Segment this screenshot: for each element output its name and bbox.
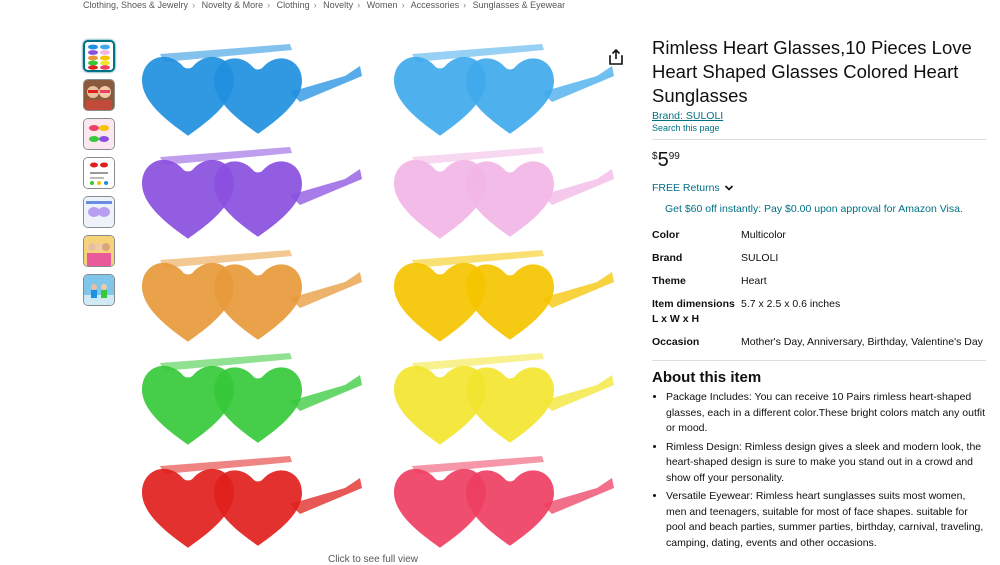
heart-glasses bbox=[394, 353, 614, 445]
spec-key: Color bbox=[652, 229, 680, 241]
heart-glasses bbox=[142, 456, 362, 548]
heart-glasses bbox=[394, 147, 614, 239]
glasses-bridge bbox=[472, 480, 482, 488]
spec-row: Theme Heart bbox=[652, 270, 983, 293]
heart-glasses bbox=[394, 250, 614, 342]
share-icon[interactable] bbox=[607, 48, 625, 66]
glasses-temple bbox=[160, 353, 292, 371]
glasses-bridge bbox=[472, 68, 482, 76]
price: $ 5 99 bbox=[652, 148, 986, 174]
chevron-right-icon: › bbox=[267, 0, 271, 10]
breadcrumb-item[interactable]: Accessories bbox=[411, 0, 460, 10]
about-bullets: Package Includes: You can receive 10 Pai… bbox=[652, 390, 986, 551]
thumbnail-people[interactable] bbox=[83, 79, 115, 111]
glasses-bridge bbox=[220, 274, 230, 282]
glasses-temple bbox=[412, 44, 544, 62]
glasses-bridge bbox=[472, 274, 482, 282]
about-bullet: Versatile Eyewear: Rimless heart sunglas… bbox=[666, 489, 986, 551]
breadcrumb: Clothing, Shoes & Jewelry › Novelty & Mor… bbox=[83, 0, 565, 10]
breadcrumb-item[interactable]: Sunglasses & Eyewear bbox=[473, 0, 566, 10]
credit-card-promo[interactable]: Get $60 off instantly: Pay $0.00 upon ap… bbox=[665, 203, 986, 215]
about-heading: About this item bbox=[652, 369, 762, 386]
heart-glasses bbox=[142, 44, 362, 136]
breadcrumb-item[interactable]: Novelty bbox=[323, 0, 353, 10]
about-bullet: Package Includes: You can receive 10 Pai… bbox=[666, 390, 986, 437]
product-main-image[interactable] bbox=[130, 34, 630, 554]
glasses-temple bbox=[412, 456, 544, 474]
chevron-right-icon: › bbox=[357, 0, 361, 10]
spec-key: Item dimensions L x W x H bbox=[652, 298, 735, 325]
spec-value: Mother's Day, Anniversary, Birthday, Val… bbox=[741, 336, 983, 348]
glasses-temple bbox=[160, 147, 292, 165]
chevron-right-icon: › bbox=[313, 0, 317, 10]
thumbnail-group[interactable] bbox=[83, 235, 115, 267]
free-returns-label: FREE Returns bbox=[652, 182, 720, 194]
chevron-down-icon bbox=[724, 185, 733, 191]
glasses-temple bbox=[160, 456, 292, 474]
divider bbox=[652, 360, 986, 361]
thumbnail-colors[interactable] bbox=[83, 40, 115, 72]
heart-glasses bbox=[142, 353, 362, 445]
product-details: Rimless Heart Glasses,10 Pieces Love Hea… bbox=[652, 36, 986, 554]
glasses-bridge bbox=[472, 377, 482, 385]
heart-glasses bbox=[394, 456, 614, 548]
thumbnail-accessories[interactable] bbox=[83, 118, 115, 150]
glasses-bridge bbox=[220, 377, 230, 385]
heart-glasses bbox=[142, 147, 362, 239]
spec-value: 5.7 x 2.5 x 0.6 inches bbox=[741, 298, 841, 310]
spec-row: Brand SULOLI bbox=[652, 247, 983, 270]
chevron-right-icon: › bbox=[192, 0, 196, 10]
chevron-right-icon: › bbox=[463, 0, 467, 10]
chevron-right-icon: › bbox=[401, 0, 405, 10]
glasses-temple bbox=[160, 250, 292, 268]
search-page-link[interactable]: Search this page bbox=[652, 123, 986, 133]
breadcrumb-item[interactable]: Women bbox=[367, 0, 398, 10]
price-whole: 5 bbox=[657, 149, 669, 171]
glasses-bridge bbox=[220, 480, 230, 488]
brand-link[interactable]: Brand: SULOLI bbox=[652, 110, 986, 122]
breadcrumb-item[interactable]: Novelty & More bbox=[202, 0, 264, 10]
thumbnail-outdoor[interactable] bbox=[83, 274, 115, 306]
spec-value: SULOLI bbox=[741, 252, 779, 264]
thumbnail-hearts[interactable] bbox=[83, 157, 115, 189]
spec-key: Theme bbox=[652, 275, 686, 287]
glasses-temple bbox=[412, 147, 544, 165]
spec-key: Occasion bbox=[652, 336, 700, 348]
heart-glasses bbox=[394, 44, 614, 136]
glasses-bridge bbox=[220, 171, 230, 179]
glasses-temple bbox=[160, 44, 292, 62]
glasses-temple bbox=[412, 353, 544, 371]
spec-value: Multicolor bbox=[741, 229, 786, 241]
spec-table: Color Multicolor Brand SULOLI Theme Hear… bbox=[652, 224, 983, 354]
divider bbox=[652, 139, 986, 140]
product-title: Rimless Heart Glasses,10 Pieces Love Hea… bbox=[652, 37, 972, 106]
about-bullet: Rimless Design: Rimless design gives a s… bbox=[666, 440, 986, 487]
thumbnail-closeup[interactable] bbox=[83, 196, 115, 228]
breadcrumb-item[interactable]: Clothing bbox=[277, 0, 310, 10]
heart-glasses bbox=[142, 250, 362, 342]
glasses-bridge bbox=[220, 68, 230, 76]
glasses-temple bbox=[412, 250, 544, 268]
price-fraction: 99 bbox=[668, 151, 680, 162]
spec-row: Occasion Mother's Day, Anniversary, Birt… bbox=[652, 331, 983, 354]
thumbnail-strip bbox=[83, 40, 115, 313]
spec-row: Color Multicolor bbox=[652, 224, 983, 247]
spec-key: Brand bbox=[652, 252, 683, 264]
spec-row: Item dimensions L x W x H 5.7 x 2.5 x 0.… bbox=[652, 293, 983, 331]
spec-value: Heart bbox=[741, 275, 767, 287]
breadcrumb-item[interactable]: Clothing, Shoes & Jewelry bbox=[83, 0, 188, 10]
free-returns-link[interactable]: FREE Returns bbox=[652, 182, 986, 194]
click-to-full-view[interactable]: Click to see full view bbox=[328, 554, 418, 565]
glasses-bridge bbox=[472, 171, 482, 179]
